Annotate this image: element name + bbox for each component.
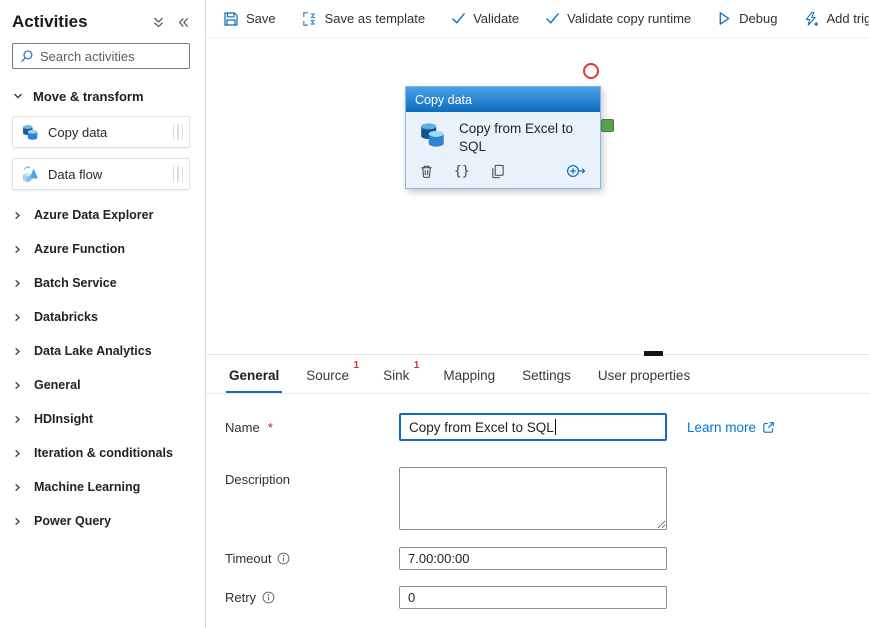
name-field[interactable]: Copy from Excel to SQL — [399, 413, 667, 441]
chevron-right-icon — [12, 380, 23, 391]
search-icon — [19, 49, 34, 64]
category-general[interactable]: General — [12, 368, 190, 402]
clone-icon[interactable] — [490, 164, 505, 179]
info-icon[interactable] — [277, 552, 290, 565]
category-iteration-conditionals[interactable]: Iteration & conditionals — [12, 436, 190, 470]
category-azure-function[interactable]: Azure Function — [12, 232, 190, 266]
category-hdinsight[interactable]: HDInsight — [12, 402, 190, 436]
save-icon — [223, 11, 239, 27]
required-asterisk: * — [268, 420, 273, 435]
drag-handle-icon[interactable] — [173, 124, 184, 140]
general-form: Name* Copy from Excel to SQL Learn more — [206, 394, 869, 609]
copy-data-icon — [418, 120, 448, 150]
copy-data-activity-node[interactable]: Copy data Copy from Excel to SQL — [405, 86, 601, 189]
description-label: Description — [225, 467, 399, 487]
chevron-right-icon — [12, 516, 23, 527]
chevron-right-icon — [12, 482, 23, 493]
section-move-and-transform[interactable]: Move & transform — [12, 86, 190, 106]
add-trigger-button[interactable]: Add trigger — [803, 11, 869, 27]
retry-label: Retry — [225, 590, 399, 605]
category-machine-learning[interactable]: Machine Learning — [12, 470, 190, 504]
activities-sidebar: Activities Mo — [0, 0, 206, 628]
sidebar-title: Activities — [12, 12, 140, 32]
properties-panel: General Source 1 Sink 1 Mapping Settings — [206, 354, 869, 628]
timeout-field[interactable] — [399, 547, 667, 570]
error-count-badge: 1 — [414, 360, 420, 371]
activity-item-label: Copy data — [48, 125, 107, 140]
debug-button[interactable]: Debug — [717, 11, 777, 26]
external-link-icon — [762, 421, 775, 434]
code-icon[interactable]: {} — [454, 164, 470, 179]
node-output-port[interactable] — [601, 119, 614, 132]
adf-pipeline-editor: Activities Mo — [0, 0, 869, 628]
tab-source[interactable]: Source 1 — [305, 368, 350, 393]
validate-button[interactable]: Validate — [451, 11, 519, 26]
chevron-right-icon — [12, 346, 23, 357]
template-icon — [302, 11, 318, 27]
search-input[interactable] — [40, 49, 183, 64]
collapse-all-icon[interactable] — [152, 16, 165, 29]
chevron-down-icon — [12, 90, 24, 102]
main-area: Save Save as template Validate Valid — [206, 0, 869, 628]
save-as-template-button[interactable]: Save as template — [302, 11, 425, 27]
category-data-lake-analytics[interactable]: Data Lake Analytics — [12, 334, 190, 368]
collapse-sidebar-icon[interactable] — [177, 16, 190, 29]
pipeline-toolbar: Save Save as template Validate Valid — [206, 0, 869, 38]
activity-item-label: Data flow — [48, 167, 102, 182]
category-batch-service[interactable]: Batch Service — [12, 266, 190, 300]
panel-tabs: General Source 1 Sink 1 Mapping Settings — [206, 355, 869, 394]
chevron-right-icon — [12, 448, 23, 459]
check-icon — [545, 11, 560, 26]
trigger-icon — [803, 11, 819, 27]
activity-data-flow[interactable]: Data flow — [12, 158, 190, 190]
name-value: Copy from Excel to SQL — [409, 420, 554, 435]
tab-user-properties[interactable]: User properties — [597, 368, 691, 393]
search-activities-box[interactable] — [12, 43, 190, 69]
node-body: Copy from Excel to SQL — [406, 112, 600, 156]
delete-icon[interactable] — [419, 164, 434, 179]
node-actions: {} — [406, 156, 600, 188]
sidebar-header: Activities — [12, 12, 190, 32]
play-icon — [717, 11, 732, 26]
data-flow-icon — [21, 165, 40, 184]
activity-copy-data[interactable]: Copy data — [12, 116, 190, 148]
error-count-badge: 1 — [354, 360, 360, 371]
validate-copy-runtime-button[interactable]: Validate copy runtime — [545, 11, 691, 26]
drag-handle-icon[interactable] — [173, 166, 184, 182]
timeout-label: Timeout — [225, 551, 399, 566]
chevron-right-icon — [12, 312, 23, 323]
add-output-icon[interactable] — [566, 163, 587, 179]
chevron-right-icon — [12, 414, 23, 425]
learn-more-link[interactable]: Learn more — [687, 420, 775, 435]
tab-sink[interactable]: Sink 1 — [382, 368, 410, 393]
validation-error-indicator[interactable] — [583, 63, 599, 79]
tab-settings[interactable]: Settings — [521, 368, 572, 393]
copy-data-icon — [21, 123, 40, 142]
retry-field[interactable] — [399, 586, 667, 609]
node-title: Copy from Excel to SQL — [459, 120, 581, 156]
save-button[interactable]: Save — [223, 11, 276, 27]
text-caret — [555, 419, 556, 435]
chevron-right-icon — [12, 244, 23, 255]
tab-mapping[interactable]: Mapping — [442, 368, 496, 393]
section-label: Move & transform — [33, 89, 144, 104]
check-icon — [451, 11, 466, 26]
tab-general[interactable]: General — [228, 368, 280, 393]
category-azure-data-explorer[interactable]: Azure Data Explorer — [12, 198, 190, 232]
panel-resize-handle[interactable] — [644, 351, 663, 356]
category-power-query[interactable]: Power Query — [12, 504, 190, 538]
info-icon[interactable] — [262, 591, 275, 604]
chevron-right-icon — [12, 210, 23, 221]
category-list: Azure Data Explorer Azure Function Batch… — [12, 198, 190, 538]
node-header[interactable]: Copy data — [406, 87, 600, 112]
chevron-right-icon — [12, 278, 23, 289]
description-field[interactable] — [399, 467, 667, 530]
category-databricks[interactable]: Databricks — [12, 300, 190, 334]
name-label: Name* — [225, 420, 399, 435]
